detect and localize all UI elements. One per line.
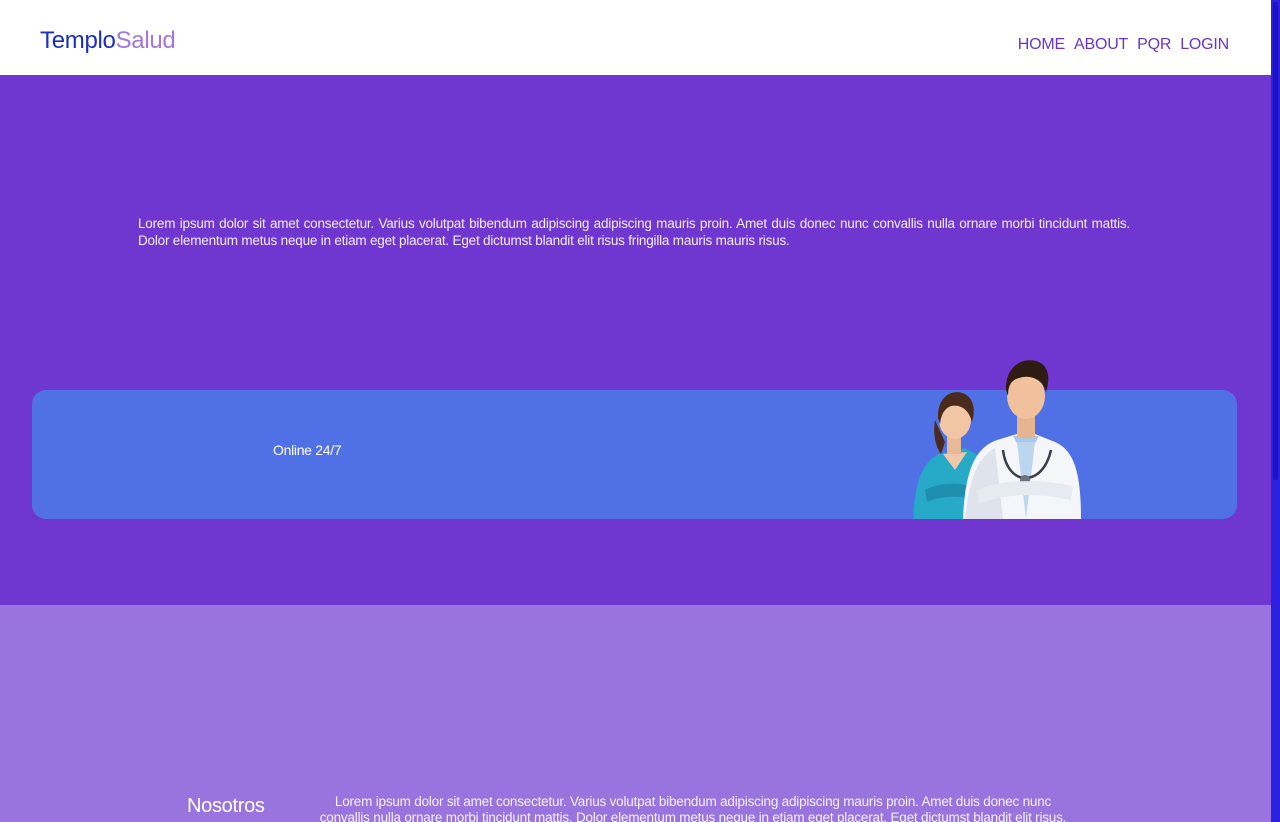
site-logo[interactable]: TemploSalud <box>40 26 176 56</box>
hero-description: Lorem ipsum dolor sit amet consectetur. … <box>138 216 1130 248</box>
scrollbar-thumb[interactable] <box>1273 2 1278 480</box>
about-section: Nosotros Lorem ipsum dolor sit amet cons… <box>0 605 1271 822</box>
page: TemploSalud HOME ABOUT PQR LOGIN Lorem i… <box>0 0 1271 822</box>
nav-link-about[interactable]: ABOUT <box>1074 35 1128 55</box>
nav-link-login[interactable]: LOGIN <box>1180 35 1229 55</box>
main-nav: HOME ABOUT PQR LOGIN <box>1018 35 1229 55</box>
doctors-illustration-icon <box>913 360 1081 519</box>
logo-text-primary: Templo <box>40 27 116 54</box>
nav-link-pqr[interactable]: PQR <box>1137 35 1171 55</box>
about-title: Nosotros <box>187 795 265 817</box>
nav-link-home[interactable]: HOME <box>1018 35 1065 55</box>
doctor-figure <box>963 360 1081 519</box>
banner-label: Online 24/7 <box>273 442 342 458</box>
about-description: Lorem ipsum dolor sit amet consectetur. … <box>319 794 1067 822</box>
site-header: TemploSalud HOME ABOUT PQR LOGIN <box>0 0 1271 75</box>
hero-section: Lorem ipsum dolor sit amet consectetur. … <box>0 75 1271 605</box>
logo-text-secondary: Salud <box>115 27 176 54</box>
